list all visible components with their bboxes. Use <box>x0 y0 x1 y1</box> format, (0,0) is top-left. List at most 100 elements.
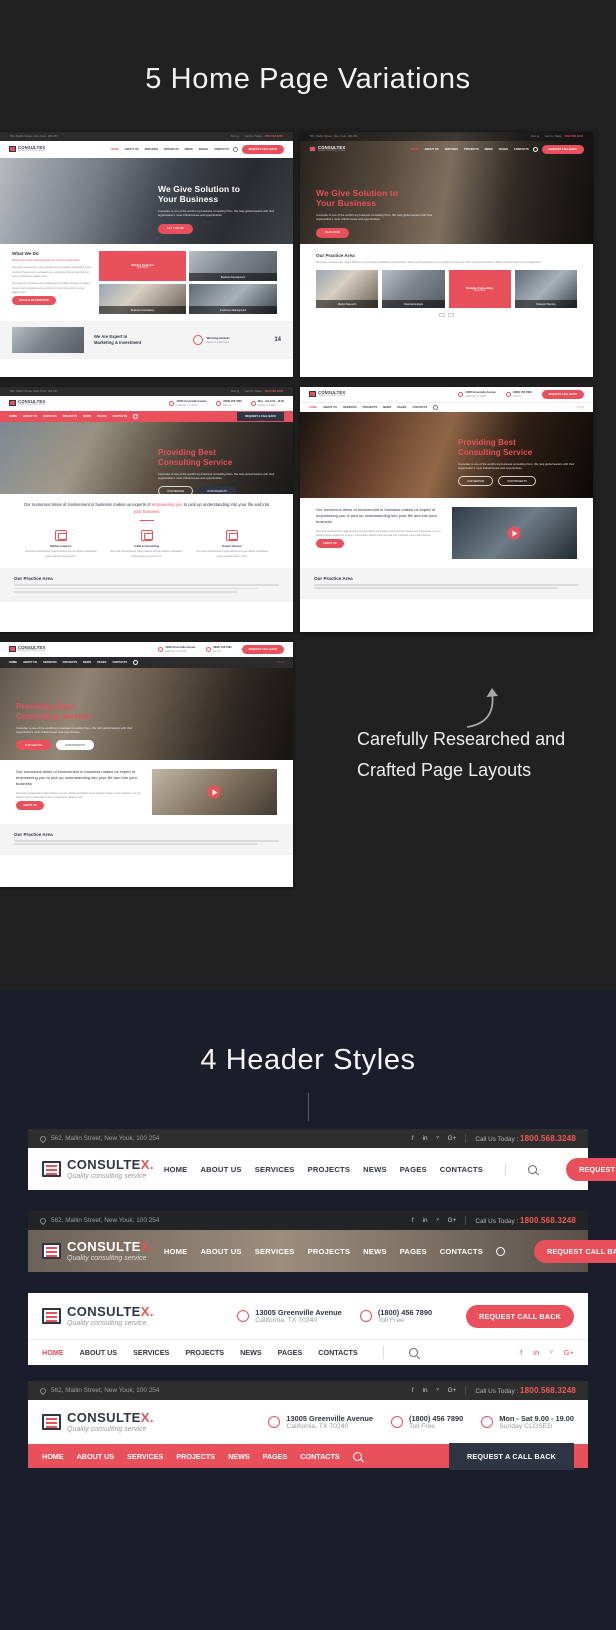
request-a-call-back-button[interactable]: REQUEST A CALL BACK <box>237 412 284 421</box>
practice-card[interactable]: Sample Consulting Read More <box>448 270 511 309</box>
request-call-back-button[interactable]: REQUEST CALL BACK <box>533 1239 616 1263</box>
request-a-call-back-button[interactable]: REQUEST A CALL BACK <box>449 1442 574 1470</box>
nav-pages[interactable]: PAGES <box>400 1247 427 1256</box>
request-call-back-button[interactable]: REQUEST CALL BACK <box>565 1157 616 1181</box>
play-icon[interactable] <box>207 785 221 799</box>
nav-contacts[interactable]: CONTACTS <box>440 1247 483 1256</box>
nav-home[interactable]: HOME <box>164 1247 188 1256</box>
service-card[interactable]: Business Consultancy <box>99 284 187 314</box>
nav-about-us[interactable]: ABOUT US <box>200 1247 241 1256</box>
request-call-back-button[interactable]: REQUEST CALL BACK <box>541 390 584 399</box>
hero-cta-1[interactable]: OUR SERVICE <box>158 486 194 494</box>
logo[interactable]: CONSULTEX Quality consulting service <box>9 399 45 407</box>
nav-services[interactable]: SERVICES <box>255 1165 295 1174</box>
logo[interactable]: CONSULTEX. Quality consulting service <box>42 1240 154 1262</box>
hero-cta-2[interactable]: OUR PROJECTS <box>498 476 536 487</box>
request-call-back-button[interactable]: REQUEST CALL BACK <box>241 645 284 654</box>
search-icon[interactable] <box>408 1348 418 1357</box>
social-icons[interactable]: f in ᵛ G+ <box>412 1387 457 1394</box>
thumbnail-home-1[interactable]: 562, Mallin Street, New Youk, 100 254 f … <box>0 132 293 377</box>
video-thumbnail[interactable] <box>151 769 277 815</box>
service-card[interactable]: Investment Management <box>189 284 277 314</box>
request-call-back-button[interactable]: REQUEST CALL BACK <box>466 1304 574 1328</box>
hero-cta-1[interactable]: OUR SERVICE <box>458 476 494 487</box>
nav-contacts[interactable]: CONTACTS <box>440 1165 483 1174</box>
mini-menu[interactable]: HOME ABOUT US SERVICES PROJECTS NEWS PAGES C… <box>410 148 528 151</box>
nav-news[interactable]: NEWS <box>228 1452 250 1461</box>
nav-projects[interactable]: PROJECTS <box>308 1165 351 1174</box>
logo[interactable]: CONSULTEX Quality consulting service <box>309 145 345 153</box>
thumbnail-home-2[interactable]: 562, Mallin Street, New Youk, 100 254 f … <box>300 132 593 377</box>
primary-menu[interactable]: HOME ABOUT US SERVICES PROJECTS NEWS PAG… <box>164 1239 616 1263</box>
search-icon[interactable] <box>433 405 439 410</box>
nav-contacts[interactable]: CONTACTS <box>318 1348 357 1357</box>
thumbnail-home-5[interactable]: CONSULTEX Quality consulting service 1300… <box>0 642 293 887</box>
mini-menu-bar[interactable]: HOME ABOUT US SERVICES PROJECTS NEWS PAG… <box>0 411 293 422</box>
logo[interactable]: CONSULTEX Quality consulting service <box>9 145 45 153</box>
nav-about-us[interactable]: ABOUT US <box>200 1165 241 1174</box>
nav-services[interactable]: SERVICES <box>133 1348 169 1357</box>
nav-news[interactable]: NEWS <box>363 1247 387 1256</box>
hero-cta-button[interactable]: GET STARTED <box>158 223 194 234</box>
social-icons[interactable]: f in ᵛ G+ <box>520 1348 574 1357</box>
nav-contacts[interactable]: CONTACTS <box>300 1452 339 1461</box>
logo[interactable]: CONSULTEX. Quality consulting service <box>42 1411 154 1433</box>
nav-home[interactable]: HOME <box>42 1452 64 1461</box>
nav-services[interactable]: SERVICES <box>127 1452 163 1461</box>
search-icon[interactable] <box>495 1246 505 1256</box>
search-icon[interactable] <box>352 1451 362 1461</box>
logo[interactable]: CONSULTEX Quality consulting service <box>309 390 345 398</box>
practice-card[interactable]: Financial Analysis <box>382 270 445 309</box>
thumbnail-home-4[interactable]: CONSULTEX Quality consulting service 1300… <box>300 387 593 632</box>
nav-home[interactable]: HOME <box>42 1348 64 1357</box>
nav-pages[interactable]: PAGES <box>263 1452 288 1461</box>
nav-projects[interactable]: PROJECTS <box>308 1247 351 1256</box>
search-icon[interactable] <box>133 414 139 419</box>
primary-menu[interactable]: HOME ABOUT US SERVICES PROJECTS NEWS PAG… <box>164 1157 616 1181</box>
mini-menu-bar[interactable]: HOME ABOUT US SERVICES PROJECTS NEWS PAG… <box>300 402 593 412</box>
thumbnail-home-3[interactable]: 562, Mallin Street, New Youk, 100 254 f … <box>0 387 293 632</box>
feature-item[interactable]: Audit & Consulting Sed quia consequuntur… <box>108 530 186 562</box>
hero-cta-2[interactable]: OUR PROJECTS <box>198 486 236 494</box>
social-icons[interactable]: f in ᵛ G+ <box>412 1217 457 1224</box>
about-us-button[interactable]: ABOUT US <box>16 801 44 811</box>
nav-pages[interactable]: PAGES <box>400 1165 427 1174</box>
hero-cta-1[interactable]: OUR SERVICE <box>16 740 52 751</box>
service-card[interactable]: Market Analysis Read More <box>99 251 187 281</box>
hero-cta-button[interactable]: READ MORE <box>316 227 350 238</box>
social-icons[interactable]: f in t g <box>277 661 284 664</box>
nav-news[interactable]: NEWS <box>363 1165 387 1174</box>
nav-projects[interactable]: PROJECTS <box>185 1348 224 1357</box>
nav-about-us[interactable]: ABOUT US <box>77 1452 115 1461</box>
service-card[interactable]: Business Development <box>189 251 277 281</box>
search-icon[interactable] <box>133 660 139 665</box>
logo[interactable]: CONSULTEX Quality consulting service <box>9 645 45 653</box>
mini-menu[interactable]: HOME ABOUT US SERVICES PROJECTS NEWS PAGES C… <box>110 148 228 151</box>
mini-menu-bar[interactable]: HOME ABOUT US SERVICES PROJECTS NEWS PAG… <box>0 657 293 668</box>
nav-home[interactable]: HOME <box>164 1165 188 1174</box>
video-thumbnail[interactable] <box>451 507 577 559</box>
hero-cta-2[interactable]: OUR PROJECTS <box>56 740 94 751</box>
nav-news[interactable]: NEWS <box>240 1348 262 1357</box>
social-icons[interactable]: f in t g <box>577 406 584 409</box>
nav-services[interactable]: SERVICES <box>255 1247 295 1256</box>
feature-item[interactable]: Market Analysis Sed quia consequuntur ma… <box>22 530 100 562</box>
practice-card[interactable]: Market Research <box>316 270 379 309</box>
request-call-back-button[interactable]: REQUEST CALL BACK <box>241 145 284 154</box>
logo[interactable]: CONSULTEX. Quality consulting service <box>42 1305 154 1327</box>
nav-about-us[interactable]: ABOUT US <box>80 1348 118 1357</box>
search-icon[interactable] <box>532 147 538 152</box>
feature-item[interactable]: Expert Advisor Sed quia consequuntur mag… <box>193 530 271 562</box>
details-button[interactable]: DETAILS INFORMATION <box>12 296 56 306</box>
nav-pages[interactable]: PAGES <box>278 1348 303 1357</box>
play-icon[interactable] <box>507 526 521 540</box>
search-icon[interactable] <box>527 1164 537 1174</box>
about-us-button[interactable]: ABOUT US <box>316 539 344 549</box>
carousel-dots[interactable] <box>316 313 577 318</box>
search-icon[interactable] <box>232 147 238 152</box>
logo[interactable]: CONSULTEX. Quality consulting service <box>42 1158 154 1180</box>
social-icons[interactable]: f in ᵛ G+ <box>412 1135 457 1142</box>
request-call-back-button[interactable]: REQUEST CALL BACK <box>541 145 584 154</box>
practice-card[interactable]: Strategic Planning <box>514 270 577 309</box>
nav-projects[interactable]: PROJECTS <box>176 1452 215 1461</box>
